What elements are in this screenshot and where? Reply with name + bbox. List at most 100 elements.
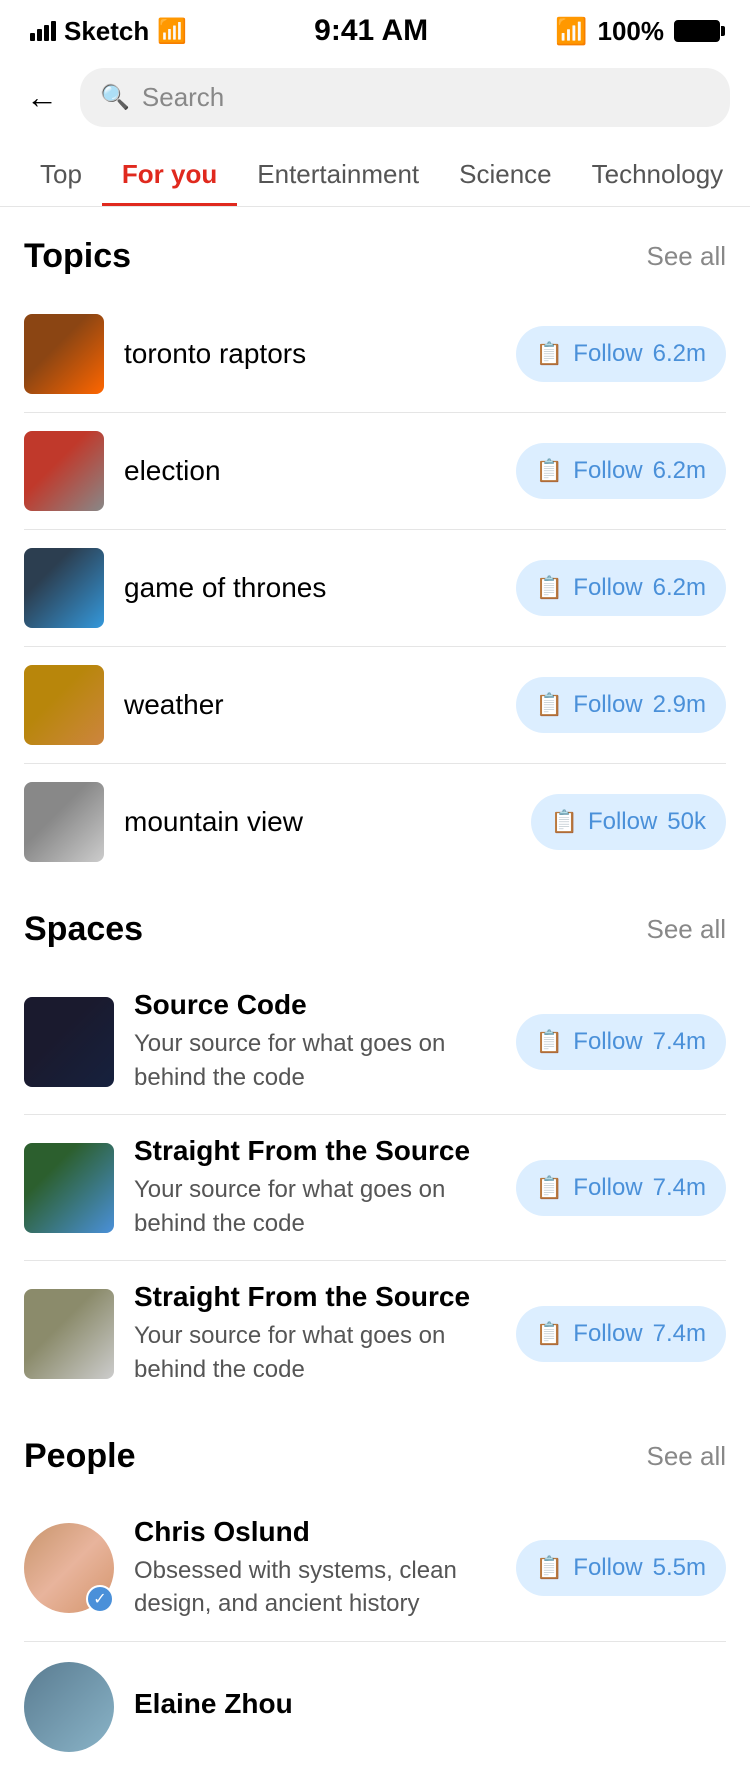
topic-name-mountain: mountain view [124, 806, 511, 838]
person-name: Chris Oslund [134, 1516, 496, 1548]
list-item: Straight From the Source Your source for… [24, 1115, 726, 1261]
avatar [24, 1662, 114, 1752]
search-icon: 🔍 [100, 83, 130, 112]
verified-badge: ✓ [86, 1585, 114, 1613]
source-code-thumb [24, 997, 114, 1087]
elaine-avatar-wrap [24, 1662, 114, 1752]
follow-label: Follow [573, 574, 642, 602]
weather-thumb [24, 665, 104, 745]
status-bar: Sketch 📶 9:41 AM 📶 100% [0, 0, 750, 58]
follow-label: Follow [573, 1554, 642, 1582]
people-see-all[interactable]: See all [647, 1441, 727, 1472]
battery-percent: 100% [597, 16, 664, 47]
space-name: Straight From the Source [134, 1135, 496, 1167]
list-item: toronto raptors 📋 Follow 6.2m [24, 296, 726, 413]
spaces-see-all[interactable]: See all [647, 914, 727, 945]
follow-label: Follow [573, 1028, 642, 1056]
topics-section: Topics See all toronto raptors 📋 Follow … [0, 207, 750, 880]
topic-name-election: election [124, 455, 496, 487]
follow-icon: 📋 [536, 575, 563, 601]
list-item: election 📋 Follow 6.2m [24, 413, 726, 530]
person-info: Chris Oslund Obsessed with systems, clea… [134, 1516, 496, 1621]
topics-header: Topics See all [24, 237, 726, 276]
person-bio: Obsessed with systems, clean design, and… [134, 1554, 496, 1621]
follow-label: Follow [573, 1174, 642, 1202]
spaces-title: Spaces [24, 910, 143, 949]
follow-count: 50k [667, 808, 706, 836]
follow-icon: 📋 [536, 1555, 563, 1581]
topic-name-weather: weather [124, 689, 496, 721]
follow-button-got[interactable]: 📋 Follow 6.2m [516, 560, 726, 616]
follow-button-straight-1[interactable]: 📋 Follow 7.4m [516, 1160, 726, 1216]
follow-button-toronto-raptors[interactable]: 📋 Follow 6.2m [516, 326, 726, 382]
follow-button-weather[interactable]: 📋 Follow 2.9m [516, 677, 726, 733]
status-right: 📶 100% [555, 16, 720, 47]
follow-label: Follow [573, 457, 642, 485]
list-item: ✓ Chris Oslund Obsessed with systems, cl… [24, 1496, 726, 1642]
list-item: Source Code Your source for what goes on… [24, 969, 726, 1115]
search-bar[interactable]: 🔍 Search [80, 68, 730, 127]
space-desc: Your source for what goes on behind the … [134, 1027, 496, 1094]
search-input[interactable]: Search [142, 82, 224, 113]
follow-icon: 📋 [536, 458, 563, 484]
signal-icon [30, 21, 56, 41]
tab-for-you[interactable]: For you [102, 143, 237, 206]
person-info: Elaine Zhou [134, 1688, 726, 1726]
toronto-raptors-thumb [24, 314, 104, 394]
status-time: 9:41 AM [314, 14, 428, 48]
tab-science[interactable]: Science [439, 143, 572, 206]
follow-button-straight-2[interactable]: 📋 Follow 7.4m [516, 1306, 726, 1362]
tab-art[interactable]: Art [743, 143, 750, 206]
list-item: Straight From the Source Your source for… [24, 1261, 726, 1406]
topics-title: Topics [24, 237, 131, 276]
follow-count: 7.4m [653, 1028, 706, 1056]
people-header: People See all [24, 1437, 726, 1476]
follow-count: 2.9m [653, 691, 706, 719]
follow-button-election[interactable]: 📋 Follow 6.2m [516, 443, 726, 499]
status-left: Sketch 📶 [30, 16, 187, 47]
follow-icon: 📋 [536, 1321, 563, 1347]
tab-entertainment[interactable]: Entertainment [237, 143, 439, 206]
tab-technology[interactable]: Technology [572, 143, 744, 206]
follow-label: Follow [573, 340, 642, 368]
space-desc: Your source for what goes on behind the … [134, 1319, 496, 1386]
battery-icon [674, 20, 720, 42]
topics-see-all[interactable]: See all [647, 241, 727, 272]
topic-name-got: game of thrones [124, 572, 496, 604]
election-thumb [24, 431, 104, 511]
follow-label: Follow [573, 1320, 642, 1348]
straight-thumb-2 [24, 1289, 114, 1379]
follow-icon: 📋 [536, 1029, 563, 1055]
spaces-section: Spaces See all Source Code Your source f… [0, 880, 750, 1407]
bluetooth-icon: 📶 [555, 16, 587, 47]
list-item: mountain view 📋 Follow 50k [24, 764, 726, 880]
follow-label: Follow [588, 808, 657, 836]
got-thumb [24, 548, 104, 628]
follow-count: 6.2m [653, 340, 706, 368]
follow-count: 7.4m [653, 1320, 706, 1348]
follow-count: 5.5m [653, 1554, 706, 1582]
tab-top[interactable]: Top [20, 143, 102, 206]
follow-icon: 📋 [536, 692, 563, 718]
follow-icon: 📋 [536, 1175, 563, 1201]
space-name: Source Code [134, 989, 496, 1021]
chris-avatar-wrap: ✓ [24, 1523, 114, 1613]
space-desc: Your source for what goes on behind the … [134, 1173, 496, 1240]
follow-button-mountain[interactable]: 📋 Follow 50k [531, 794, 726, 850]
follow-count: 7.4m [653, 1174, 706, 1202]
follow-button-chris[interactable]: 📋 Follow 5.5m [516, 1540, 726, 1596]
space-name: Straight From the Source [134, 1281, 496, 1313]
space-info: Straight From the Source Your source for… [134, 1135, 496, 1240]
wifi-icon: 📶 [157, 17, 187, 46]
carrier-label: Sketch [64, 16, 149, 47]
list-item: game of thrones 📋 Follow 6.2m [24, 530, 726, 647]
back-button[interactable]: ← [20, 76, 64, 120]
follow-count: 6.2m [653, 574, 706, 602]
follow-icon: 📋 [536, 341, 563, 367]
nav-tabs: Top For you Entertainment Science Techno… [0, 143, 750, 207]
person-name: Elaine Zhou [134, 1688, 726, 1720]
follow-button-source-code[interactable]: 📋 Follow 7.4m [516, 1014, 726, 1070]
space-info: Source Code Your source for what goes on… [134, 989, 496, 1094]
straight-thumb-1 [24, 1143, 114, 1233]
list-item: weather 📋 Follow 2.9m [24, 647, 726, 764]
